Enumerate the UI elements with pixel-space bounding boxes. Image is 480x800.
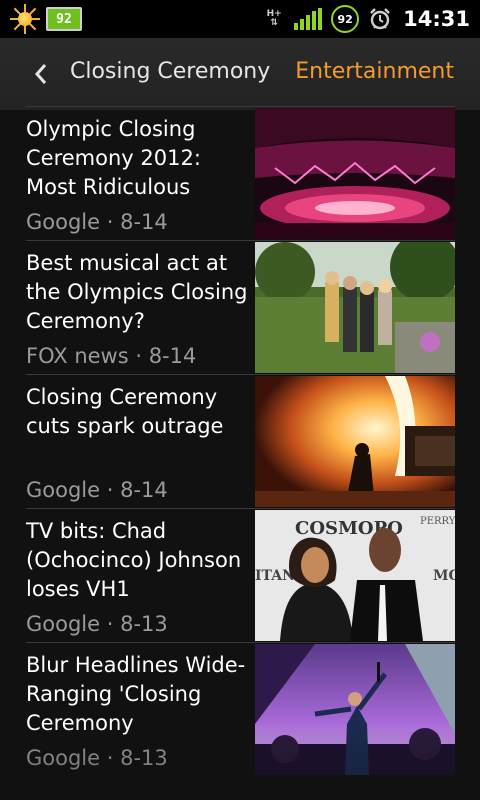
svg-text:MOR: MOR <box>433 568 455 584</box>
article-title: Blur Headlines Wide-Ranging 'Closing Cer… <box>26 653 246 735</box>
alarm-icon <box>370 8 390 30</box>
article-meta: FOX news · 8-14 <box>26 344 197 368</box>
pyrotechnics-stage-image <box>255 376 455 507</box>
stadium-lights-image <box>255 108 455 239</box>
article-title: Best musical act at the Olympics Closing… <box>26 251 248 333</box>
svg-text:ITAN: ITAN <box>255 568 295 584</box>
clock: 14:31 <box>403 7 470 31</box>
article-meta: Google · 8-13 <box>26 612 168 636</box>
battery-circle-icon: 92 <box>331 5 360 33</box>
network-label: H+ <box>266 9 282 19</box>
article-list: Olympic Closing Ceremony 2012: Most Ridi… <box>26 106 455 776</box>
article-title: Closing Ceremony cuts spark outrage <box>26 385 224 438</box>
weather-sun-icon <box>10 4 40 34</box>
network-hplus-icon: H+ ⇅ <box>266 9 282 28</box>
couple-red-carpet-image: COSMOPO PERRY ITAN MOR <box>255 510 455 641</box>
list-item[interactable]: Blur Headlines Wide-Ranging 'Closing Cer… <box>26 642 455 776</box>
app-header: Closing Ceremony Entertainment <box>0 38 480 110</box>
list-item[interactable]: Olympic Closing Ceremony 2012: Most Ridi… <box>26 106 455 240</box>
article-title: Olympic Closing Ceremony 2012: Most Ridi… <box>26 117 201 199</box>
signal-icon <box>294 8 323 30</box>
section-link[interactable]: Entertainment <box>295 59 454 84</box>
article-meta: Google · 8-13 <box>26 746 168 770</box>
list-item[interactable]: Closing Ceremony cuts spark outrage Goog… <box>26 374 455 508</box>
status-bar: 92 H+ ⇅ 92 14:31 <box>0 0 480 38</box>
article-meta: Google · 8-14 <box>26 478 168 502</box>
battery-badge-icon: 92 <box>46 7 82 31</box>
chevron-left-icon[interactable] <box>34 63 48 85</box>
concert-performer-image <box>255 644 455 775</box>
svg-text:PERRY: PERRY <box>420 516 455 527</box>
group-in-garden-image <box>255 242 455 373</box>
list-item[interactable]: Best musical act at the Olympics Closing… <box>26 240 455 374</box>
page-title[interactable]: Closing Ceremony <box>70 59 270 84</box>
article-title: TV bits: Chad (Ochocinco) Johnson loses … <box>26 519 242 601</box>
list-item[interactable]: TV bits: Chad (Ochocinco) Johnson loses … <box>26 508 455 642</box>
article-meta: Google · 8-14 <box>26 210 168 234</box>
